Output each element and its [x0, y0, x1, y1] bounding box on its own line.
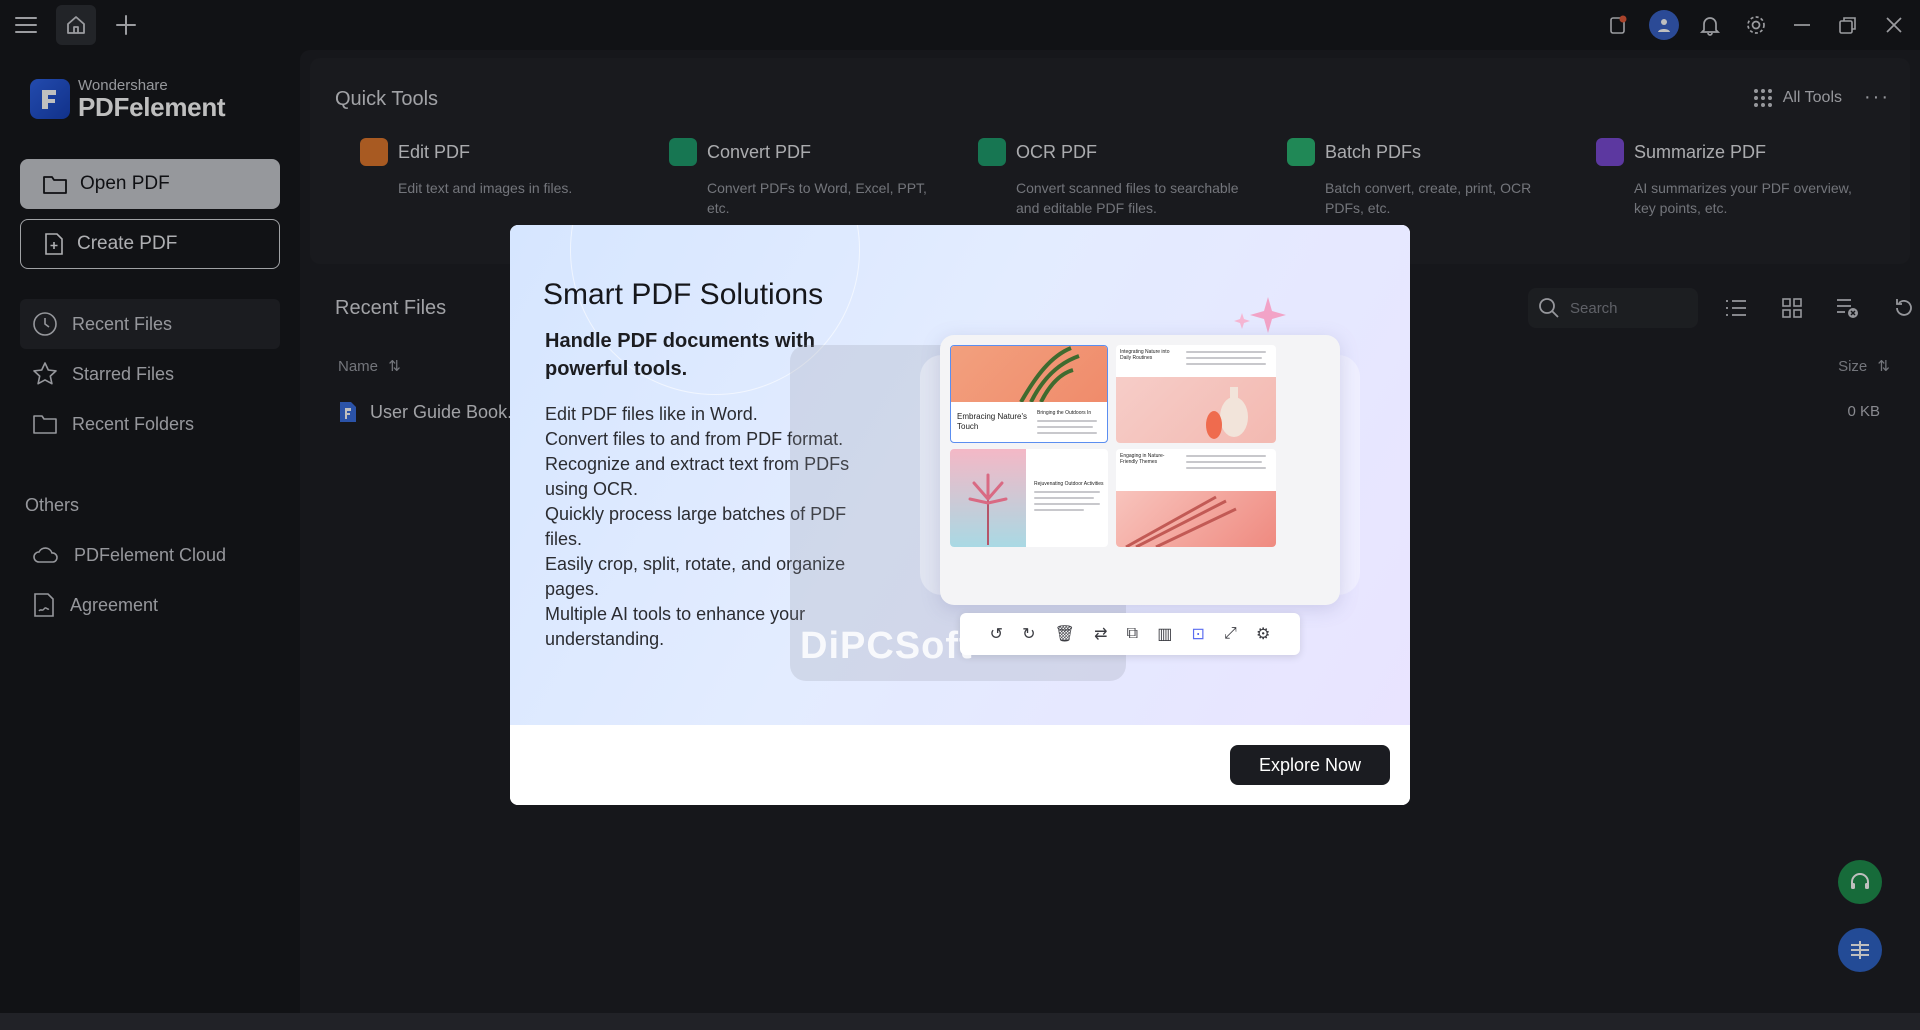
replace-icon: ⇄	[1094, 626, 1108, 643]
tile-nature-friendly-themes: Engaging in Nature-Friendly Themes	[1116, 449, 1276, 547]
promo-dialog: Smart PDF Solutions Handle PDF documents…	[510, 225, 1410, 805]
watermark-text: DiPCSoft	[800, 625, 973, 667]
crop-icon: ⊡	[1191, 626, 1205, 643]
illustration-toolbar: ↺ ↻ 🗑 ⇄ ⧉ ▥ ⊡ ⤢ ⚙	[960, 613, 1300, 655]
promo-hero: Smart PDF Solutions Handle PDF documents…	[510, 225, 1410, 725]
tile-embracing-nature: Embracing Nature's Touch Bringing the Ou…	[950, 345, 1108, 443]
tile-title: Integrating Nature into Daily Routines	[1120, 349, 1170, 361]
trash-icon: 🗑	[1054, 626, 1075, 643]
illustration-card: Embracing Nature's Touch Bringing the Ou…	[940, 335, 1340, 605]
promo-title: Smart PDF Solutions	[543, 278, 824, 311]
split-icon: ▥	[1157, 626, 1173, 643]
resize-icon: ⤢	[1224, 625, 1237, 642]
modal-backdrop[interactable]: Smart PDF Solutions Handle PDF documents…	[0, 0, 1920, 1030]
explore-now-button[interactable]: Explore Now	[1230, 745, 1390, 785]
settings-icon: ⚙	[1256, 626, 1271, 643]
tile-title: Rejuvenating Outdoor Activities	[1034, 481, 1104, 487]
promo-footer: Explore Now	[510, 725, 1410, 805]
tile-title: Engaging in Nature-Friendly Themes	[1120, 453, 1165, 465]
tile-rejuvenating-activities: Rejuvenating Outdoor Activities	[950, 449, 1108, 547]
rotate-left-icon: ↺	[989, 626, 1003, 643]
tile-title: Embracing Nature's Touch	[957, 412, 1027, 431]
tile-integrating-nature: Integrating Nature into Daily Routines	[1116, 345, 1276, 443]
rotate-right-icon: ↻	[1022, 626, 1036, 643]
extract-icon: ⧉	[1126, 625, 1139, 642]
tile-subtitle: Bringing the Outdoors In	[1037, 410, 1092, 416]
app-window: Wondershare PDFelement Open PDF Create P…	[0, 0, 1920, 1030]
